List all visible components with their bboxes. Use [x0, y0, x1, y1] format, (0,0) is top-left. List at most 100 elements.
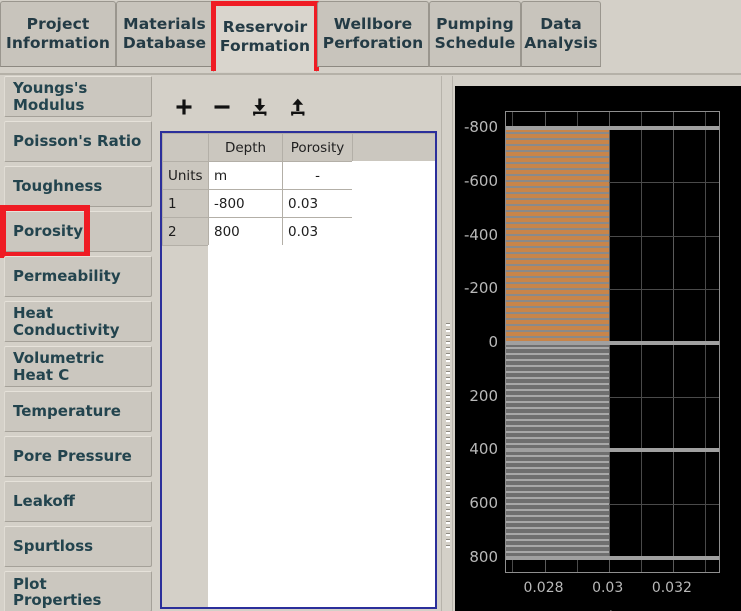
grip-dot: [446, 443, 450, 446]
grip-dot: [446, 335, 450, 338]
grid-background: [162, 133, 435, 607]
data-grid[interactable]: Depth Porosity Units m -1 -800 0.03 2 800 0.03: [160, 131, 437, 609]
sidebar-item-label: Poisson's Ratio: [13, 132, 142, 150]
grip-dot: [446, 353, 450, 356]
table-toolbar: [157, 90, 439, 124]
grip-dot: [446, 323, 450, 326]
y-axis-tick-label: 0: [488, 333, 498, 351]
x-axis-tick-label: 0.03: [592, 580, 624, 596]
sidebar-item-permeability[interactable]: Permeability: [4, 256, 152, 297]
y-axis-tick-label: -200: [463, 279, 498, 298]
grip-dot: [446, 461, 450, 464]
sidebar-item-label: Leakoff: [13, 492, 75, 510]
grip-dot: [446, 539, 450, 542]
grip-dot: [446, 425, 450, 428]
tab-label: Reservoir Formation: [219, 17, 311, 55]
sidebar-item-toughness[interactable]: Toughness: [4, 166, 152, 207]
x-axis-tick-label: 0.028: [523, 580, 564, 596]
y-axis-tick-label: -800: [463, 118, 498, 137]
grip-dot: [446, 347, 450, 350]
tab-strip: Project Information Materials Database Res…: [0, 0, 601, 74]
grip-dot: [446, 341, 450, 344]
y-axis-tick-label: -400: [463, 225, 498, 244]
splitter-grip[interactable]: [446, 323, 450, 548]
add-row-button[interactable]: [169, 93, 199, 121]
sidebar-item-label: Permeability: [13, 267, 121, 285]
sidebar-item-label: Porosity: [13, 222, 84, 240]
y-axis-tick-label: 800: [469, 547, 498, 566]
grip-dot: [446, 383, 450, 386]
tab-reservoir-formation[interactable]: Reservoir Formation: [211, 1, 319, 72]
tab-wellbore-perforation[interactable]: Wellbore Perforation: [317, 1, 429, 67]
grip-dot: [446, 521, 450, 524]
grip-dot: [446, 449, 450, 452]
porosity-chart: -800 -600 -400 -200 0 200 400 600 800 0.028 0.03 0.…: [455, 86, 741, 611]
tab-bar-underline: [0, 73, 741, 75]
grip-dot: [446, 503, 450, 506]
grip-dot: [446, 395, 450, 398]
sidebar-item-label: Plot Properties: [13, 574, 102, 609]
tab-project-information[interactable]: Project Information: [0, 1, 116, 67]
grip-dot: [446, 389, 450, 392]
sidebar-item-label: Pore Pressure: [13, 447, 132, 465]
sidebar-item-pore-pressure[interactable]: Pore Pressure: [4, 436, 152, 477]
tab-label: Wellbore Perforation: [322, 15, 424, 52]
panel-splitter[interactable]: [441, 76, 453, 611]
grid-empty-area: [208, 245, 435, 607]
sidebar-item-label: Spurtloss: [13, 537, 94, 555]
plot-area: [505, 111, 720, 573]
sidebar-item-volumetric-heat-c[interactable]: Volumetric Heat C: [4, 346, 152, 387]
grip-dot: [446, 533, 450, 536]
grip-dot: [446, 509, 450, 512]
import-button[interactable]: [245, 93, 275, 121]
sidebar-item-porosity[interactable]: Porosity: [4, 211, 152, 252]
tab-label: Pumping Schedule: [434, 15, 516, 52]
y-axis-tick-label: 400: [469, 440, 498, 459]
tab-pumping-schedule[interactable]: Pumping Schedule: [429, 1, 521, 67]
grip-dot: [446, 455, 450, 458]
x-axis-tick-label: 0.032: [651, 580, 692, 596]
y-axis-tick-label: 600: [469, 494, 498, 513]
sidebar-item-label: Heat Conductivity: [13, 303, 120, 339]
grip-dot: [446, 419, 450, 422]
property-sidebar[interactable]: Youngs's Modulus Poisson's Ratio Toughness…: [0, 76, 155, 611]
sidebar-item-heat-conductivity[interactable]: Heat Conductivity: [4, 301, 152, 342]
tab-materials-database[interactable]: Materials Database: [116, 1, 213, 67]
grid-empty-column: [352, 161, 435, 245]
grip-dot: [446, 515, 450, 518]
y-axis-tick-label: -600: [463, 171, 498, 190]
grip-dot: [446, 527, 450, 530]
y-axis-tick-label: 200: [469, 386, 498, 405]
depth-marker-line: [506, 448, 719, 453]
sidebar-item-youngs-s-modulus[interactable]: Youngs's Modulus: [4, 76, 152, 117]
application-window: Project Information Materials Database Res…: [0, 0, 741, 611]
tab-label: Project Information: [6, 15, 110, 52]
sidebar-item-label: Youngs's Modulus: [13, 78, 88, 114]
grip-dot: [446, 485, 450, 488]
grip-dot: [446, 371, 450, 374]
grip-dot: [446, 431, 450, 434]
remove-row-button[interactable]: [207, 93, 237, 121]
depth-marker-line: [506, 126, 719, 131]
tab-label: Data Analysis: [524, 15, 598, 52]
porosity-plot-panel[interactable]: -800 -600 -400 -200 0 200 400 600 800 0.028 0.03 0.…: [455, 86, 741, 611]
main-tab-bar: Project Information Materials Database Res…: [0, 0, 741, 75]
depth-marker-line: [506, 341, 719, 345]
grip-dot: [446, 467, 450, 470]
grip-dot: [446, 359, 450, 362]
sidebar-item-leakoff[interactable]: Leakoff: [4, 481, 152, 522]
sidebar-item-label: Volumetric Heat C: [13, 348, 105, 384]
band-upper-formation: [506, 128, 609, 343]
sidebar-item-poisson-s-ratio[interactable]: Poisson's Ratio: [4, 121, 152, 162]
grip-dot: [446, 413, 450, 416]
depth-marker-line: [506, 555, 719, 560]
grip-dot: [446, 497, 450, 500]
tab-data-analysis[interactable]: Data Analysis: [521, 1, 601, 67]
sidebar-item-plot-properties[interactable]: Plot Properties: [4, 571, 152, 611]
sidebar-item-temperature[interactable]: Temperature: [4, 391, 152, 432]
export-button[interactable]: [283, 93, 313, 121]
grip-dot: [446, 473, 450, 476]
tab-label: Materials Database: [122, 15, 207, 52]
sidebar-item-spurtloss[interactable]: Spurtloss: [4, 526, 152, 567]
grip-dot: [446, 479, 450, 482]
